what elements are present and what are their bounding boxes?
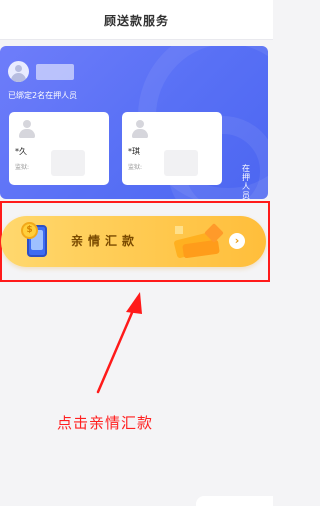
inmate-card[interactable]: *久 监狱:: [9, 112, 109, 185]
person-icon: [19, 120, 35, 138]
redacted-info: [164, 150, 198, 176]
person-icon: [132, 120, 148, 138]
coin-icon: $: [21, 222, 38, 239]
instruction-text: 点击亲情汇款: [57, 414, 154, 432]
bottom-decoration: [196, 496, 273, 506]
bound-count-text: 已绑定2名在押人员: [8, 91, 78, 100]
manage-inmates-link[interactable]: 在押人员管理 ›: [240, 164, 252, 199]
redacted-info: [51, 150, 85, 176]
page-title: 顾送款服务: [103, 13, 169, 28]
account-card: 已绑定2名在押人员 *久 监狱: *琪 监狱: 在押人员管理 ›: [0, 46, 268, 199]
inmate-prison-label: 监狱:: [128, 164, 143, 171]
cards-illustration: [169, 223, 225, 260]
inmate-prison-label: 监狱:: [15, 164, 30, 171]
inmate-card[interactable]: *琪 监狱:: [122, 112, 222, 185]
account-name: [36, 64, 74, 80]
manage-inmates-label: 在押人员管理: [241, 164, 251, 199]
family-remittance-label: 亲情汇款: [71, 234, 140, 248]
family-remittance-button[interactable]: $ 亲情汇款 ›: [1, 216, 266, 267]
chevron-right-icon: ›: [229, 233, 245, 249]
user-avatar-icon: [8, 61, 29, 82]
inmate-name: *琪: [128, 147, 140, 156]
header-bar: 顾送款服务: [0, 0, 273, 40]
inmate-name: *久: [15, 147, 27, 156]
header-divider: [0, 39, 273, 40]
